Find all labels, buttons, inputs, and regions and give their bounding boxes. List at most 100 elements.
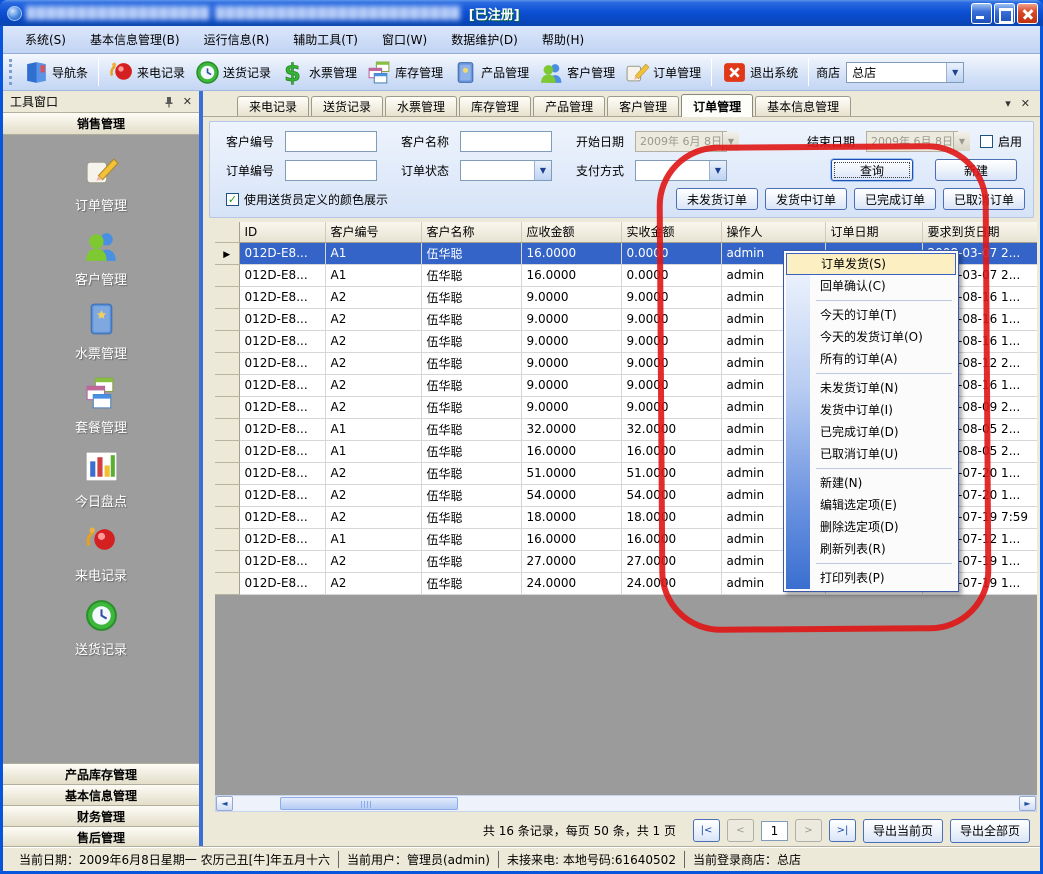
context-menu-item[interactable]: 所有的订单(A) xyxy=(786,348,956,370)
close-button[interactable] xyxy=(1017,3,1038,24)
context-menu-item[interactable]: 今天的发货订单(O) xyxy=(786,326,956,348)
row-selector[interactable] xyxy=(215,462,239,484)
context-menu-item[interactable]: 删除选定项(D) xyxy=(786,516,956,538)
col-header-operator[interactable]: 操作人 xyxy=(721,222,825,242)
enable-checkbox[interactable] xyxy=(980,135,993,148)
context-menu-item[interactable]: 已取消订单(U) xyxy=(786,443,956,465)
maximize-button[interactable] xyxy=(994,3,1015,24)
order-button[interactable]: 订单管理 xyxy=(620,56,706,88)
nav-bar-button[interactable]: 导航条 xyxy=(19,56,93,88)
menu-item[interactable]: 数据维护(D) xyxy=(439,26,530,53)
row-selector[interactable] xyxy=(215,264,239,286)
sidebar-section-sales[interactable]: 销售管理 xyxy=(3,113,199,135)
tab[interactable]: 基本信息管理 xyxy=(755,96,851,116)
sidebar-item-delivery-record[interactable]: 送货记录 xyxy=(41,597,161,658)
sidebar-item-combo-mgmt[interactable]: 套餐管理 xyxy=(41,375,161,436)
export-current-page-button[interactable]: 导出当前页 xyxy=(863,819,943,843)
order-status-filter-button[interactable]: 未发货订单 xyxy=(676,188,758,210)
first-page-button[interactable]: |< xyxy=(693,819,720,842)
tab[interactable]: 订单管理 xyxy=(681,94,753,117)
col-header-receivable[interactable]: 应收金额 xyxy=(521,222,621,242)
row-selector[interactable] xyxy=(215,506,239,528)
page-number-input[interactable] xyxy=(761,821,788,841)
water-ticket-button[interactable]: $ 水票管理 xyxy=(276,56,362,88)
context-menu-item[interactable]: 刷新列表(R) xyxy=(786,538,956,560)
context-menu-item[interactable] xyxy=(816,563,952,564)
sidebar-section[interactable]: 售后管理 xyxy=(3,826,199,847)
sidebar-section[interactable]: 基本信息管理 xyxy=(3,784,199,805)
sidebar-close-icon[interactable]: ✕ xyxy=(183,95,192,108)
row-selector[interactable] xyxy=(215,440,239,462)
row-selector[interactable] xyxy=(215,528,239,550)
start-date-picker[interactable]: 2009年 6月 8日 ▼ xyxy=(635,131,727,152)
order-status-filter-button[interactable]: 已完成订单 xyxy=(854,188,936,210)
export-all-pages-button[interactable]: 导出全部页 xyxy=(950,819,1030,843)
context-menu-item[interactable] xyxy=(816,373,952,374)
row-selector[interactable] xyxy=(215,396,239,418)
prev-page-button[interactable]: < xyxy=(727,819,754,842)
order-no-input[interactable] xyxy=(285,160,377,181)
row-selector[interactable] xyxy=(215,242,239,264)
menu-item[interactable]: 系统(S) xyxy=(13,26,78,53)
horizontal-scrollbar[interactable]: ◄ ► xyxy=(215,795,1037,812)
context-menu-item[interactable]: 回单确认(C) xyxy=(786,275,956,297)
new-button[interactable]: 新建 xyxy=(935,159,1017,181)
context-menu-item[interactable]: 今天的订单(T) xyxy=(786,304,956,326)
pin-icon[interactable] xyxy=(164,96,174,108)
sidebar-item-order-mgmt[interactable]: 订单管理 xyxy=(41,153,161,214)
last-page-button[interactable]: >| xyxy=(829,819,856,842)
row-selector[interactable] xyxy=(215,286,239,308)
sidebar-section[interactable]: 产品库存管理 xyxy=(3,763,199,784)
sidebar-item-call-record[interactable]: 来电记录 xyxy=(41,523,161,584)
menu-item[interactable]: 辅助工具(T) xyxy=(281,26,370,53)
order-status-filter-button[interactable]: 发货中订单 xyxy=(765,188,847,210)
tab-scroll-caret-icon[interactable]: ▾ xyxy=(1005,97,1011,110)
customer-no-input[interactable] xyxy=(285,131,377,152)
end-date-picker[interactable]: 2009年 6月 8日 ▼ xyxy=(866,131,958,152)
call-record-button[interactable]: 来电记录 xyxy=(104,56,190,88)
col-header-customer-name[interactable]: 客户名称 xyxy=(421,222,521,242)
next-page-button[interactable]: > xyxy=(795,819,822,842)
scroll-right-icon[interactable]: ► xyxy=(1019,796,1036,811)
sidebar-section[interactable]: 财务管理 xyxy=(3,805,199,826)
scrollbar-thumb[interactable] xyxy=(280,797,458,810)
exit-button[interactable]: 退出系统 xyxy=(717,56,803,88)
order-status-filter-button[interactable]: 已取消订单 xyxy=(943,188,1025,210)
context-menu-item[interactable] xyxy=(816,468,952,469)
row-selector[interactable] xyxy=(215,308,239,330)
context-menu-item[interactable] xyxy=(816,300,952,301)
col-header-customer-no[interactable]: 客户编号 xyxy=(325,222,421,242)
col-header-id[interactable]: ID xyxy=(239,222,325,242)
col-header-received[interactable]: 实收金额 xyxy=(621,222,721,242)
tab[interactable]: 来电记录 xyxy=(237,96,309,116)
context-menu-item[interactable]: 发货中订单(I) xyxy=(786,399,956,421)
product-button[interactable]: 产品管理 xyxy=(448,56,534,88)
row-selector[interactable] xyxy=(215,352,239,374)
minimize-button[interactable] xyxy=(971,3,992,24)
chevron-down-icon[interactable]: ▼ xyxy=(946,63,963,82)
tab[interactable]: 客户管理 xyxy=(607,96,679,116)
tab[interactable]: 产品管理 xyxy=(533,96,605,116)
context-menu-item[interactable]: 已完成订单(D) xyxy=(786,421,956,443)
scroll-left-icon[interactable]: ◄ xyxy=(216,796,233,811)
tab[interactable]: 水票管理 xyxy=(385,96,457,116)
context-menu-item[interactable]: 未发货订单(N) xyxy=(786,377,956,399)
context-menu-item[interactable]: 打印列表(P) xyxy=(786,567,956,589)
row-selector[interactable] xyxy=(215,374,239,396)
inventory-button[interactable]: 库存管理 xyxy=(362,56,448,88)
order-status-select[interactable]: ▼ xyxy=(460,160,552,181)
context-menu-item[interactable]: 新建(N) xyxy=(786,472,956,494)
sidebar-item-water-ticket-mgmt[interactable]: 水票管理 xyxy=(41,301,161,362)
row-selector[interactable] xyxy=(215,330,239,352)
context-menu-item[interactable]: 订单发货(S) xyxy=(786,253,956,275)
delivery-record-button[interactable]: 送货记录 xyxy=(190,56,276,88)
tab-close-icon[interactable]: ✕ xyxy=(1021,97,1030,110)
menu-item[interactable]: 基本信息管理(B) xyxy=(78,26,192,53)
color-display-checkbox[interactable] xyxy=(226,193,239,206)
menu-item[interactable]: 运行信息(R) xyxy=(192,26,282,53)
tab[interactable]: 送货记录 xyxy=(311,96,383,116)
col-header-required-date[interactable]: 要求到货日期 xyxy=(922,222,1037,242)
chevron-down-icon[interactable]: ▼ xyxy=(709,161,726,180)
col-header-order-date[interactable]: 订单日期 xyxy=(825,222,922,242)
query-button[interactable]: 查询 xyxy=(831,159,913,181)
